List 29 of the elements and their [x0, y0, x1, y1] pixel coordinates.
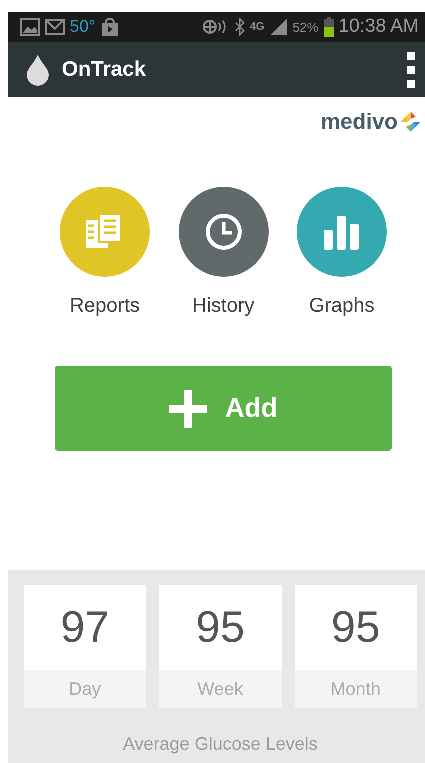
period-label: Day — [24, 670, 146, 708]
overflow-menu-button[interactable] — [407, 52, 415, 88]
bluetooth-icon — [235, 18, 245, 36]
period-label: Week — [159, 670, 282, 708]
plus-icon — [169, 390, 208, 428]
gallery-icon — [20, 18, 40, 36]
shortcut-button[interactable]: History — [174, 187, 274, 318]
app-title: OnTrack — [62, 58, 146, 82]
shortcut-button[interactable]: Graphs — [292, 187, 392, 318]
brand-name: medivo — [320, 109, 398, 135]
period-label: Month — [294, 670, 417, 708]
brand-logo-icon — [400, 111, 422, 133]
clock-icon — [204, 213, 242, 251]
average-value: 95 — [195, 602, 246, 654]
average-value: 95 — [330, 602, 382, 654]
battery-percent-text: 52% — [292, 20, 319, 34]
clock-text: 10:38 AM — [338, 16, 419, 38]
network-type-text: 4G — [250, 21, 265, 33]
menu-icon — [407, 52, 415, 88]
shortcut-button[interactable]: Reports — [55, 187, 155, 318]
bar-chart-icon — [323, 214, 361, 250]
averages-caption: Average Glucose Levels — [123, 734, 318, 755]
average-value: 97 — [60, 602, 111, 654]
mail-icon — [45, 19, 65, 35]
drop-icon — [26, 54, 50, 86]
temperature-text: 50° — [70, 17, 96, 37]
play-store-icon — [100, 18, 119, 36]
signal-icon — [270, 18, 288, 36]
battery-icon — [324, 17, 334, 37]
